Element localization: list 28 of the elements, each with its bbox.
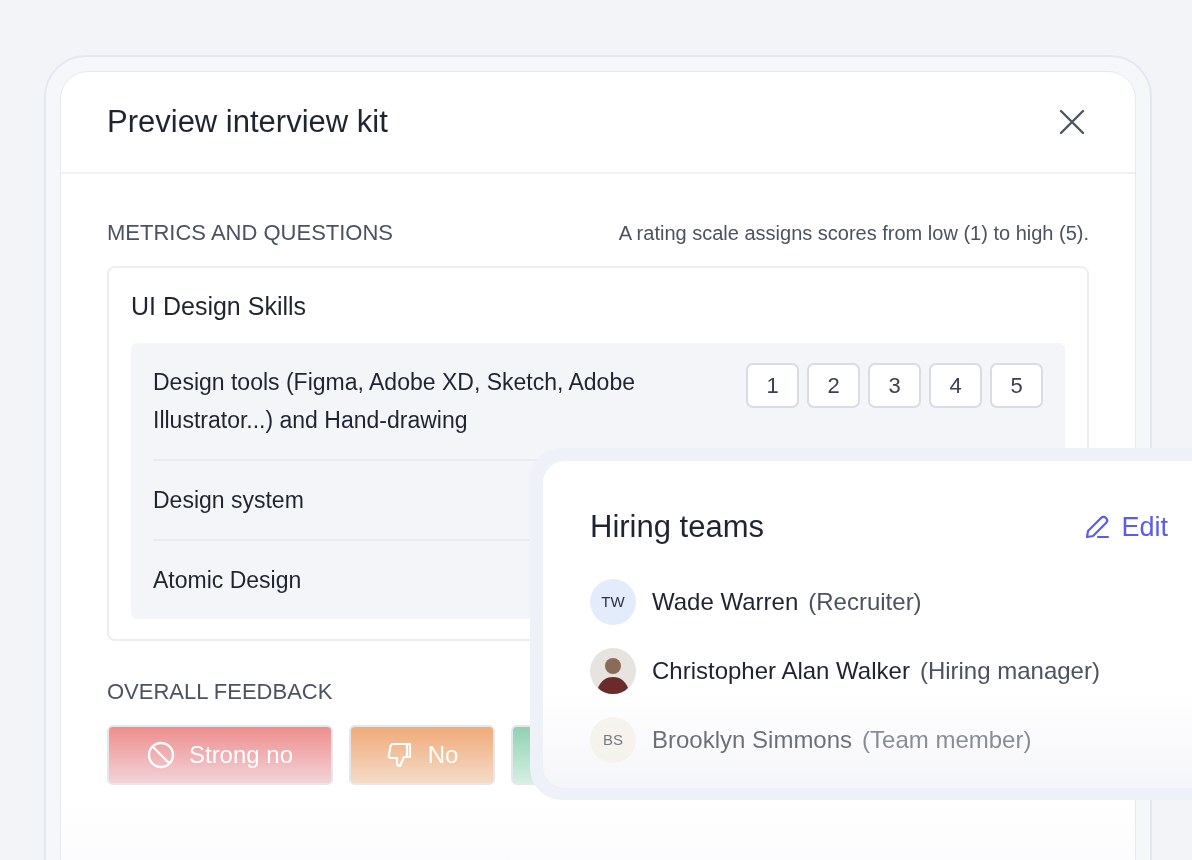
member-name: Brooklyn Simmons	[652, 725, 853, 754]
section-heading: OVERALL FEEDBACK	[107, 679, 333, 705]
member-role: (Recruiter)	[808, 587, 922, 616]
rating-button[interactable]: 1	[746, 363, 799, 408]
skill-title: UI Design Skills	[131, 292, 308, 321]
edit-button[interactable]: Edit	[1083, 511, 1168, 543]
question-text: Atomic Design	[153, 566, 302, 595]
rating-button[interactable]: 4	[929, 363, 982, 408]
modal-title: Preview interview kit	[107, 104, 388, 140]
pencil-icon	[1083, 513, 1112, 541]
rating-note: A rating scale assigns scores from low (1) to high (5).	[618, 221, 1089, 245]
question-text: Design system	[153, 486, 304, 515]
prohibited-icon	[146, 741, 175, 769]
avatar-initials: BS	[590, 716, 636, 763]
section-heading: METRICS AND QUESTIONS	[107, 220, 394, 246]
close-icon[interactable]	[1059, 109, 1085, 135]
rating-button[interactable]: 3	[868, 363, 921, 408]
card-title: Hiring teams	[590, 509, 764, 545]
avatar-silhouette-icon	[590, 647, 636, 694]
thumbs-down-icon	[385, 741, 414, 769]
member-name: Christopher Alan Walker	[652, 656, 910, 685]
member-role: (Team member)	[862, 725, 1032, 754]
member-name: Wade Warren	[652, 587, 799, 616]
rating-button[interactable]: 2	[807, 363, 860, 408]
rating-button[interactable]: 5	[990, 363, 1043, 408]
avatar-initials: TW	[590, 578, 636, 625]
question-text: Design tools (Figma, Adobe XD, Sketch, Adobe Illustrator...) and Hand-drawing	[153, 368, 636, 435]
member-role: (Hiring manager)	[919, 656, 1100, 685]
